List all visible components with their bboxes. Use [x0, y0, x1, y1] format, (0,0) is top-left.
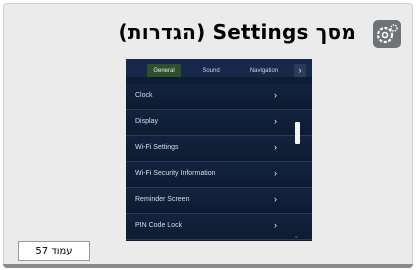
list-item-label: Clock	[135, 92, 153, 99]
chevron-right-icon: ›	[274, 168, 277, 178]
chevron-right-icon: ›	[274, 142, 277, 152]
list-item-wifi-settings[interactable]: Wi-Fi Settings ›	[126, 136, 312, 162]
list-item-label: Wi-Fi Settings	[135, 144, 179, 151]
list-item-display[interactable]: Display ›	[126, 110, 312, 136]
scrollbar-thumb[interactable]	[295, 122, 300, 144]
list-item-reminder-screen[interactable]: Reminder Screen ›	[126, 188, 312, 214]
chevron-right-icon: ›	[274, 90, 277, 100]
card-shadow	[3, 264, 413, 268]
list-item-label: Display	[135, 118, 158, 125]
settings-list: Clock › Display › Wi-Fi Settings › Wi-Fi…	[126, 84, 312, 240]
device-settings-screen: General Sound Navigation › Clock › Displ…	[126, 59, 312, 241]
gear-icon	[373, 20, 401, 48]
list-item-wifi-security[interactable]: Wi-Fi Security Information ›	[126, 162, 312, 188]
list-item-label: Wi-Fi Security Information	[135, 170, 216, 177]
chevron-right-icon: ›	[274, 220, 277, 230]
tab-navigation[interactable]: Navigation	[242, 64, 286, 77]
list-item-label: PIN Code Lock	[135, 222, 183, 229]
tab-general[interactable]: General	[147, 64, 181, 77]
chevron-right-icon: ›	[274, 194, 277, 204]
device-tab-bar: General Sound Navigation ›	[126, 59, 312, 77]
list-item-pin-code-lock[interactable]: PIN Code Lock ›	[126, 214, 312, 240]
page-title: מסך Settings (הגדרות)	[118, 20, 356, 44]
list-item-label: Reminder Screen	[135, 196, 190, 203]
chevron-right-icon: ›	[274, 116, 277, 126]
tab-sound[interactable]: Sound	[196, 64, 226, 77]
scroll-down-icon[interactable]: ⌄	[293, 231, 300, 240]
list-item-clock[interactable]: Clock ›	[126, 84, 312, 110]
tab-next-icon[interactable]: ›	[294, 64, 306, 77]
page-card: מסך Settings (הגדרות) General Sound Navi…	[3, 3, 413, 266]
page-number-label: עמוד 57	[18, 241, 90, 261]
page-header: מסך Settings (הגדרות)	[4, 4, 412, 54]
